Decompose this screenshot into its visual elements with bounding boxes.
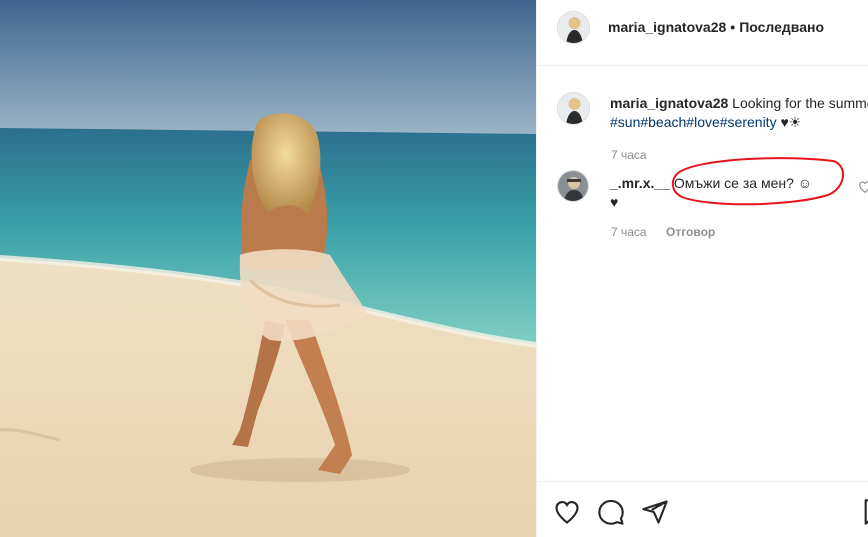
bookmark-icon[interactable] [861,498,868,526]
caption-avatar[interactable] [557,92,590,125]
caption-body: Looking for the summer [728,95,868,111]
heart-icon[interactable] [553,498,581,526]
post-details-panel: maria_ignatova28 • Последвано maria_ignato… [536,0,868,537]
hashtag-link[interactable]: #serenity [720,114,777,130]
comment-body: Омъжи се за мен? ☺ [669,175,813,191]
comment-heart-emoji: ♥ [610,194,619,210]
caption-username[interactable]: maria_ignatova28 [610,95,728,111]
separator-dot: • [730,19,736,35]
action-bar [537,481,868,537]
share-icon[interactable] [641,498,669,526]
post-header: maria_ignatova28 • Последвано [537,0,868,66]
hashtag-link[interactable]: #love [686,114,719,130]
caption-text: maria_ignatova28 Looking for the summer #… [610,94,868,132]
post-photo[interactable] [0,0,536,537]
comment-text: _.mr.x.__ Омъжи се за мен? ☺ ♥ [610,174,850,212]
comment-like-icon[interactable] [858,180,868,194]
comment-time[interactable]: 7 часа [611,225,647,239]
caption-emoji: ♥☀ [776,114,802,130]
beach-photo-illustration [0,0,536,537]
commenter-username[interactable]: _.mr.x.__ [610,175,670,191]
following-button[interactable]: Последвано [739,19,824,35]
hashtag-link[interactable]: #beach [640,114,686,130]
commenter-avatar[interactable] [557,170,589,202]
reply-button[interactable]: Отговор [666,225,715,239]
comment-icon[interactable] [597,498,625,526]
author-username[interactable]: maria_ignatova28 [608,19,726,35]
caption-time[interactable]: 7 часа [611,148,647,162]
hashtag-link[interactable]: #sun [610,114,640,130]
author-avatar[interactable] [557,11,590,44]
